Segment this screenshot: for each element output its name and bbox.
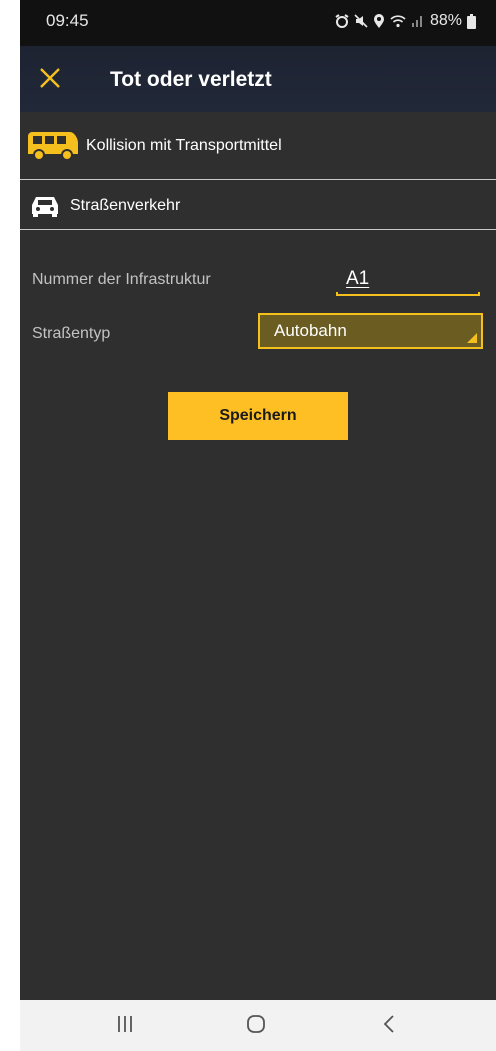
infrastructure-number-label: Nummer der Infrastruktur (32, 271, 211, 288)
back-icon[interactable] (382, 1014, 396, 1039)
bus-icon (20, 129, 86, 163)
signal-icon (411, 14, 423, 28)
dropdown-corner-icon (467, 333, 477, 343)
phone-screen: 09:45 88% Tot oder verletzt Kollision mi… (20, 0, 496, 1051)
status-bar: 09:45 88% (20, 0, 496, 46)
mute-icon (354, 14, 368, 28)
breadcrumb-label: Kollision mit Transportmittel (86, 137, 282, 154)
save-button[interactable]: Speichern (168, 392, 348, 440)
road-type-value: Autobahn (274, 321, 347, 340)
wifi-icon (390, 14, 406, 28)
location-icon (373, 13, 385, 29)
close-icon[interactable] (38, 66, 62, 90)
car-icon (20, 195, 70, 217)
app-header: Tot oder verletzt (20, 46, 496, 112)
recent-apps-icon[interactable] (116, 1014, 134, 1039)
breadcrumb-label: Straßenverkehr (70, 196, 181, 214)
input-underline (336, 292, 480, 296)
infrastructure-number-value: A1 (346, 268, 370, 289)
page-title: Tot oder verletzt (110, 68, 272, 91)
road-type-label: Straßentyp (32, 325, 111, 342)
breadcrumb-road-traffic[interactable]: Straßenverkehr (20, 182, 496, 230)
status-time: 09:45 (46, 11, 89, 30)
breadcrumb-collision[interactable]: Kollision mit Transportmittel (20, 113, 496, 180)
battery-icon (467, 13, 476, 29)
road-type-select[interactable]: Autobahn (258, 313, 483, 349)
navigation-bar (20, 1000, 496, 1051)
battery-percentage: 88% (429, 12, 462, 29)
home-icon[interactable] (246, 1014, 266, 1039)
alarm-icon (335, 14, 349, 28)
infrastructure-number-input[interactable]: A1 (336, 262, 480, 296)
status-icons: 88% (335, 12, 476, 30)
